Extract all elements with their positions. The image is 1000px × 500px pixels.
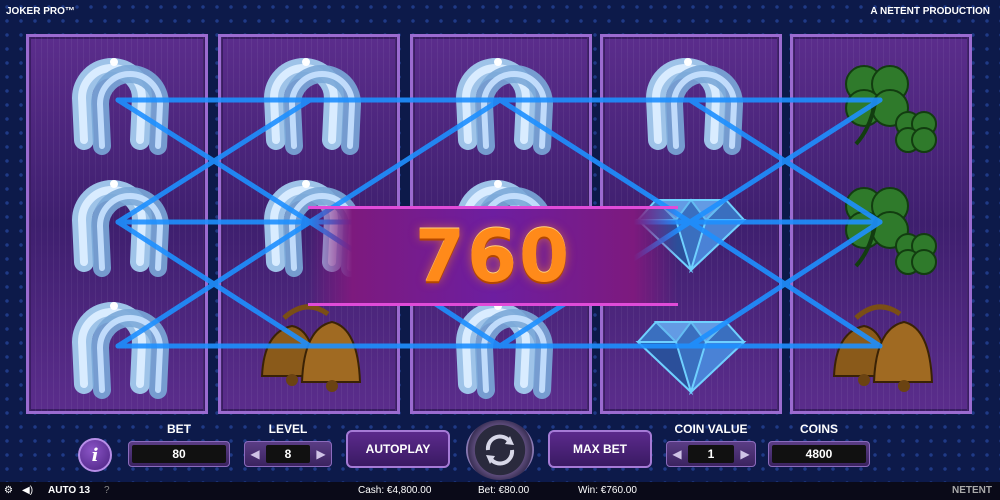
reel-1 <box>26 34 208 414</box>
level-increase-button[interactable]: ▶ <box>314 447 328 461</box>
win-amount: 760 <box>414 214 572 298</box>
bell-icon <box>793 287 969 407</box>
horseshoe-icon <box>221 43 397 163</box>
coins-value: 4800 <box>772 445 866 463</box>
level-label: LEVEL <box>268 422 308 436</box>
coin-value-stepper: ◀ 1 ▶ <box>666 441 756 467</box>
control-panel: i BET 80 LEVEL ◀ 8 ▶ AUTOPLAY MAX BET CO… <box>0 418 1000 480</box>
sound-icon[interactable]: ◀) <box>22 485 33 496</box>
coin-value: 1 <box>688 445 734 463</box>
bet-field: 80 <box>128 441 230 467</box>
max-bet-button[interactable]: MAX BET <box>548 430 652 468</box>
clover-icon <box>793 165 969 285</box>
coins-field: 4800 <box>768 441 870 467</box>
spin-icon <box>485 434 515 466</box>
coin-value-label: COIN VALUE <box>674 422 748 436</box>
netent-logo: NETENT <box>952 485 992 496</box>
coin-value-increase-button[interactable]: ▶ <box>738 447 752 461</box>
auto-spin-counter[interactable]: AUTO 13 <box>48 485 90 496</box>
info-button[interactable]: i <box>78 438 112 472</box>
horseshoe-icon <box>29 43 205 163</box>
coins-label: COINS <box>799 422 838 436</box>
win-display: Win: €760.00 <box>578 485 637 496</box>
clover-icon <box>793 43 969 163</box>
horseshoe-icon <box>413 43 589 163</box>
help-icon[interactable]: ? <box>104 485 110 496</box>
settings-icon[interactable]: ⚙ <box>4 485 13 496</box>
horseshoe-icon <box>29 165 205 285</box>
status-bar: ⚙ ◀) AUTO 13 ? Cash: €4,800.00 Bet: €80.… <box>0 482 1000 500</box>
game-title: JOKER PRO™ <box>6 6 75 17</box>
spin-button[interactable] <box>466 420 534 480</box>
horseshoe-icon <box>29 287 205 407</box>
level-stepper: ◀ 8 ▶ <box>244 441 332 467</box>
autoplay-button[interactable]: AUTOPLAY <box>346 430 450 468</box>
level-value: 8 <box>266 445 310 463</box>
coin-value-decrease-button[interactable]: ◀ <box>670 447 684 461</box>
reel-5 <box>790 34 972 414</box>
bet-display: Bet: €80.00 <box>478 485 530 496</box>
level-decrease-button[interactable]: ◀ <box>248 447 262 461</box>
producer-label: A NETENT PRODUCTION <box>870 6 990 17</box>
bet-label: BET <box>167 422 191 436</box>
win-banner: 760 <box>308 206 678 306</box>
cash-display: Cash: €4,800.00 <box>358 485 432 496</box>
horseshoe-icon <box>603 43 779 163</box>
bet-value: 80 <box>132 445 226 463</box>
